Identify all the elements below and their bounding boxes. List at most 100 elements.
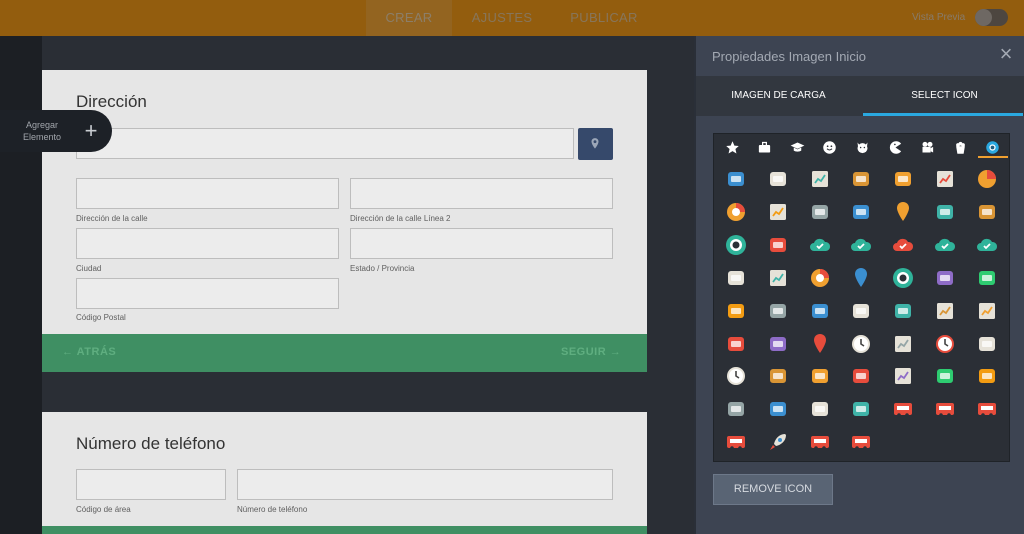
icon-option-bus[interactable] [805, 427, 835, 457]
icon-option-cloud-check[interactable] [805, 230, 835, 260]
icon-option-yin-yang[interactable] [888, 296, 918, 326]
phone-number-field[interactable] [237, 469, 613, 500]
city-field[interactable] [76, 228, 339, 259]
cash-machine-icon [727, 436, 745, 450]
icon-option-map[interactable] [930, 197, 960, 227]
icon-option-eye[interactable] [888, 263, 918, 293]
icon-option-id-card[interactable] [721, 164, 751, 194]
icon-option-card-reader[interactable] [763, 230, 793, 260]
icon-option-briefcase[interactable] [846, 164, 876, 194]
icon-option-hotdog[interactable] [721, 296, 751, 326]
icon-option-burger[interactable] [972, 263, 1002, 293]
clock-icon [852, 334, 871, 353]
icon-option-reading-person[interactable] [972, 361, 1002, 391]
tab-imagen-de-carga[interactable]: IMAGEN DE CARGA [696, 76, 861, 116]
street-field[interactable] [76, 178, 339, 209]
icon-option-cloud-download[interactable] [846, 230, 876, 260]
phone-number-label: Número de teléfono [237, 505, 308, 514]
icon-option-camera-lens[interactable] [721, 230, 751, 260]
icon-option-cloud-sync[interactable] [930, 230, 960, 260]
icon-category-star[interactable] [717, 136, 747, 158]
icon-option-receipt[interactable] [888, 361, 918, 391]
icon-option-cash-register[interactable] [972, 394, 1002, 424]
icon-option-pie-chart[interactable] [972, 164, 1002, 194]
icon-option-computer[interactable] [721, 329, 751, 359]
add-element-button[interactable]: Agregar Elemento + [0, 110, 112, 152]
icon-option-backpack[interactable] [805, 361, 835, 391]
location-button[interactable] [578, 128, 613, 160]
icon-category-camera[interactable] [913, 136, 943, 158]
street2-label: Dirección de la calle Línea 2 [350, 214, 451, 223]
icon-category-dog[interactable] [847, 136, 877, 158]
icon-option-cloud-upload[interactable] [972, 230, 1002, 260]
icon-option-open-mail[interactable] [972, 197, 1002, 227]
icon-option-muffin[interactable] [763, 296, 793, 326]
icon-option-ticket[interactable] [805, 394, 835, 424]
icon-option-presentation-board[interactable] [805, 164, 835, 194]
address-card[interactable]: Dirección Dirección de la calle Direcció… [42, 70, 647, 372]
state-field[interactable] [350, 228, 613, 259]
icon-option-calculator[interactable] [888, 329, 918, 359]
donut-icon [810, 268, 829, 287]
icon-category-graduation-cap[interactable] [782, 136, 812, 158]
icon-option-gift-box[interactable] [846, 361, 876, 391]
icon-option-traffic-light[interactable] [846, 296, 876, 326]
icon-option-donut-chart[interactable] [721, 197, 751, 227]
area-code-field[interactable] [76, 469, 226, 500]
yin-yang-icon [895, 303, 912, 318]
icon-category-briefcase[interactable] [750, 136, 780, 158]
icon-option-money[interactable] [805, 197, 835, 227]
hotdog-icon [728, 303, 744, 318]
icon-option-cash-machine[interactable] [721, 427, 751, 457]
remove-icon-button[interactable]: REMOVE ICON [713, 474, 833, 505]
icon-option-radio[interactable] [930, 394, 960, 424]
icon-option-brochure[interactable] [972, 296, 1002, 326]
icon-option-handbag[interactable] [930, 361, 960, 391]
icon-option-stopwatch[interactable] [721, 361, 751, 391]
icon-option-push-pin[interactable] [805, 329, 835, 359]
icon-option-growth-chart[interactable] [930, 164, 960, 194]
icon-option-bank[interactable] [763, 164, 793, 194]
column-icon [769, 369, 786, 384]
icon-option-clock[interactable] [846, 329, 876, 359]
address-search-field[interactable] [76, 128, 574, 159]
icon-option-target[interactable] [763, 329, 793, 359]
icon-option-first-aid-kit[interactable] [763, 394, 793, 424]
icon-option-price-tag[interactable] [846, 197, 876, 227]
icon-category-popcorn[interactable] [945, 136, 975, 158]
icon-option-swiss-knife[interactable] [721, 394, 751, 424]
back-button[interactable]: ← ATRÁS [62, 346, 116, 358]
smiley-icon [823, 141, 837, 154]
phone-card[interactable]: Número de teléfono Código de área Número… [42, 412, 647, 534]
icon-option-building[interactable] [888, 164, 918, 194]
icon-option-map-pin[interactable] [888, 197, 918, 227]
phone-title: Número de teléfono [76, 434, 226, 453]
icon-option-donut[interactable] [805, 263, 835, 293]
graduation-cap-icon [790, 142, 805, 152]
icon-option-laptop-chart[interactable] [763, 197, 793, 227]
icon-option-column[interactable] [763, 361, 793, 391]
icon-category-pacman[interactable] [880, 136, 910, 158]
icon-option-light-bulb[interactable] [972, 329, 1002, 359]
cloud-download-icon [851, 238, 872, 251]
icon-option-toaster[interactable] [888, 394, 918, 424]
icon-option-cloud-remove[interactable] [888, 230, 918, 260]
icon-category-flat[interactable] [977, 136, 1008, 158]
icon-option-alarm-clock[interactable] [930, 329, 960, 359]
icon-option-notepad[interactable] [763, 263, 793, 293]
icon-option-fire-truck[interactable] [846, 427, 876, 457]
close-icon[interactable]: × [996, 42, 1016, 66]
icon-option-rocket[interactable] [763, 427, 793, 457]
icon-category-smiley[interactable] [815, 136, 845, 158]
icon-option-certificate[interactable] [721, 263, 751, 293]
next-button[interactable]: SEGUIR → [561, 346, 621, 358]
icon-option-foam-finger[interactable] [930, 263, 960, 293]
icon-option-pizza-slice[interactable] [805, 296, 835, 326]
presentation-chart-icon [937, 302, 953, 319]
icon-option-presentation-chart[interactable] [930, 296, 960, 326]
postal-field[interactable] [76, 278, 339, 309]
icon-option-water-drop[interactable] [846, 263, 876, 293]
icon-option-shop[interactable] [846, 394, 876, 424]
street2-field[interactable] [350, 178, 613, 209]
tab-select-icon[interactable]: SELECT ICON [862, 76, 1024, 116]
